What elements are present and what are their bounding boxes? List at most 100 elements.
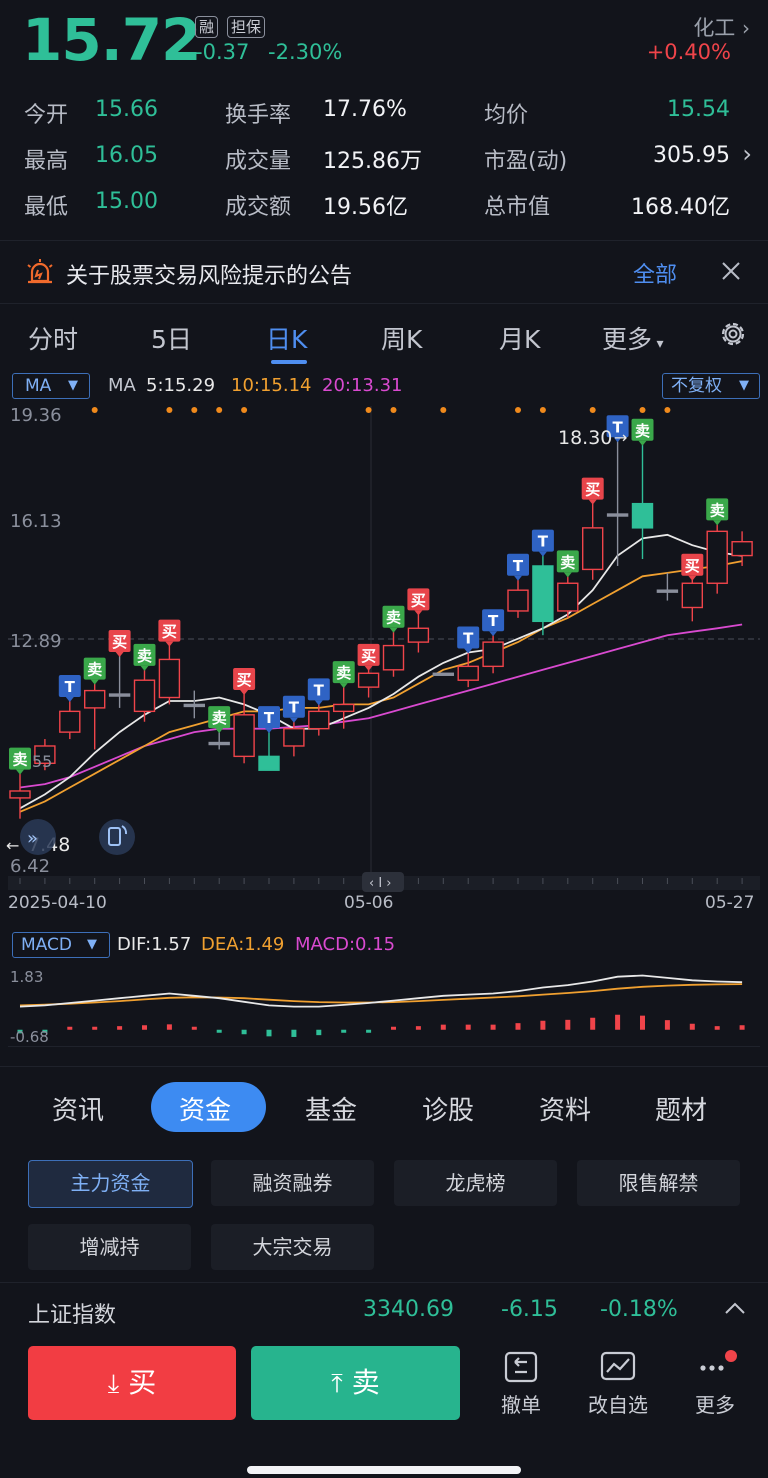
candle-body bbox=[681, 582, 703, 609]
signal-badge-label: 买 bbox=[685, 557, 700, 575]
notice-all-link[interactable]: 全部 bbox=[633, 257, 677, 289]
signal-badge: T bbox=[457, 626, 480, 654]
tab-5day[interactable]: 5日 bbox=[151, 320, 192, 356]
candlestick-chart[interactable]: 卖T卖买卖买卖买TTT卖买卖买TTTT卖买T 卖买卖 19.36 16.13 12… bbox=[0, 366, 768, 922]
candle-body bbox=[407, 627, 430, 643]
tab-monthly-k[interactable]: 月K bbox=[499, 320, 540, 356]
price-axis-label: 16.13 bbox=[10, 511, 62, 532]
subtab-main-funds[interactable]: 主力资金 bbox=[28, 1160, 193, 1208]
subtab-dragon-tiger[interactable]: 龙虎榜 bbox=[394, 1160, 557, 1206]
notice-bar[interactable]: 关于股票交易风险提示的公告 全部 bbox=[0, 240, 768, 304]
tab-diagnosis[interactable]: 诊股 bbox=[422, 1090, 474, 1127]
signal-badge-pointer bbox=[90, 679, 99, 685]
tab-fund[interactable]: 基金 bbox=[305, 1090, 357, 1127]
price-change-percent: -2.30% bbox=[268, 40, 343, 64]
signal-badge: 卖 bbox=[332, 661, 355, 689]
tab-daily-k[interactable]: 日K bbox=[266, 320, 307, 356]
stat-value-volume: 125.86万 bbox=[323, 149, 422, 174]
notice-text: 关于股票交易风险提示的公告 bbox=[66, 264, 353, 289]
index-bar[interactable]: 上证指数 3340.69 -6.15 -0.18% bbox=[0, 1282, 768, 1339]
signal-dot bbox=[166, 407, 173, 413]
signal-dot bbox=[365, 407, 372, 413]
industry-name: 化工 bbox=[693, 16, 736, 40]
candle-body bbox=[83, 689, 106, 709]
more-button[interactable]: 更多 bbox=[685, 1350, 745, 1418]
subtab-margin[interactable]: 融资融券 bbox=[211, 1160, 374, 1206]
signal-dot bbox=[241, 407, 248, 413]
signal-badge-label: 卖 bbox=[137, 647, 152, 665]
signal-badge-label: 买 bbox=[361, 647, 376, 665]
chevron-up-icon[interactable] bbox=[724, 1301, 746, 1315]
stat-label-amount: 成交额 bbox=[225, 195, 292, 220]
candle-body bbox=[59, 710, 81, 733]
signal-dot bbox=[515, 407, 521, 413]
rotate-screen-button[interactable] bbox=[99, 819, 135, 855]
signal-badge: T bbox=[282, 695, 305, 723]
sell-button[interactable]: ⤒ 卖 bbox=[251, 1346, 460, 1420]
macd-bar bbox=[515, 1023, 521, 1030]
cancel-order-button[interactable]: 撤单 bbox=[490, 1350, 552, 1418]
edit-watchlist-button[interactable]: 改自选 bbox=[582, 1350, 654, 1418]
stat-label-mktcap: 总市值 bbox=[484, 195, 551, 220]
buy-button[interactable]: ⤓ 买 bbox=[28, 1346, 236, 1420]
stat-value-amount: 19.56亿 bbox=[323, 195, 408, 220]
signal-badge: 卖 bbox=[631, 418, 654, 446]
signal-badge-label: T bbox=[289, 699, 300, 717]
signal-badge: 卖 bbox=[556, 550, 579, 578]
macd-bar bbox=[565, 1019, 571, 1030]
signal-dot bbox=[191, 407, 198, 413]
stat-value-low: 15.00 bbox=[95, 189, 158, 214]
industry-link[interactable]: 化工 › bbox=[693, 12, 750, 42]
signal-badge-pointer bbox=[115, 651, 124, 657]
signal-badge-pointer bbox=[339, 683, 348, 689]
signal-badge: 买 bbox=[407, 588, 430, 616]
macd-bar bbox=[689, 1023, 695, 1030]
notification-dot bbox=[725, 1350, 737, 1362]
signal-badge: T bbox=[307, 678, 330, 706]
macd-bar bbox=[341, 1029, 347, 1033]
signal-dot bbox=[91, 407, 98, 413]
subtab-unlock[interactable]: 限售解禁 bbox=[577, 1160, 740, 1206]
price-change: -0.37 bbox=[195, 40, 250, 64]
gear-icon[interactable] bbox=[718, 319, 748, 349]
signal-badge: 卖 bbox=[706, 498, 729, 526]
stat-label-volume: 成交量 bbox=[225, 149, 292, 174]
signal-badge-label: 卖 bbox=[386, 609, 401, 627]
subtab-holdings-change[interactable]: 增减持 bbox=[28, 1224, 191, 1270]
tab-themes[interactable]: 题材 bbox=[655, 1090, 707, 1127]
signal-badge: 买 bbox=[681, 553, 704, 581]
index-value: 3340.69 bbox=[363, 1297, 454, 1322]
signal-badge-label: 买 bbox=[411, 591, 426, 609]
signal-badge: 买 bbox=[108, 629, 131, 657]
macd-bar bbox=[490, 1024, 496, 1030]
signal-badge-pointer bbox=[414, 610, 423, 616]
tab-funds-flow[interactable]: 资金 bbox=[179, 1090, 231, 1127]
macd-axis-label: -0.68 bbox=[10, 1028, 49, 1046]
candle-body bbox=[283, 727, 305, 747]
alarm-icon bbox=[27, 259, 53, 284]
tab-more[interactable]: 更多 ▾ bbox=[602, 320, 664, 356]
tab-timeshare[interactable]: 分时 bbox=[28, 320, 78, 356]
signal-badge-label: T bbox=[538, 533, 549, 551]
date-label: 05-27 bbox=[705, 893, 754, 913]
index-change: -6.15 bbox=[501, 1297, 558, 1322]
tab-more-label: 更多 bbox=[602, 325, 653, 354]
signal-badge-pointer bbox=[538, 551, 547, 557]
candle-body bbox=[532, 565, 554, 623]
stat-value-pe: 305.95 bbox=[653, 143, 730, 168]
signal-dot bbox=[216, 407, 223, 413]
signal-badge: 卖 bbox=[9, 747, 31, 775]
more-icon bbox=[700, 1350, 737, 1371]
signal-badge-label: 卖 bbox=[635, 422, 650, 440]
subtab-block-trade[interactable]: 大宗交易 bbox=[211, 1224, 374, 1270]
industry-change: +0.40% bbox=[646, 40, 731, 64]
expand-sidebar-button[interactable]: » bbox=[20, 819, 56, 855]
close-icon[interactable] bbox=[721, 261, 741, 281]
signal-badge-pointer bbox=[563, 572, 572, 578]
tab-news[interactable]: 资讯 bbox=[52, 1090, 104, 1127]
chevron-right-icon[interactable]: › bbox=[742, 140, 752, 168]
tab-profile[interactable]: 资料 bbox=[539, 1090, 591, 1127]
date-label: 05-06 bbox=[344, 893, 393, 913]
scroll-handle[interactable]: ‹ I › bbox=[362, 872, 404, 892]
tab-weekly-k[interactable]: 周K bbox=[381, 320, 422, 356]
